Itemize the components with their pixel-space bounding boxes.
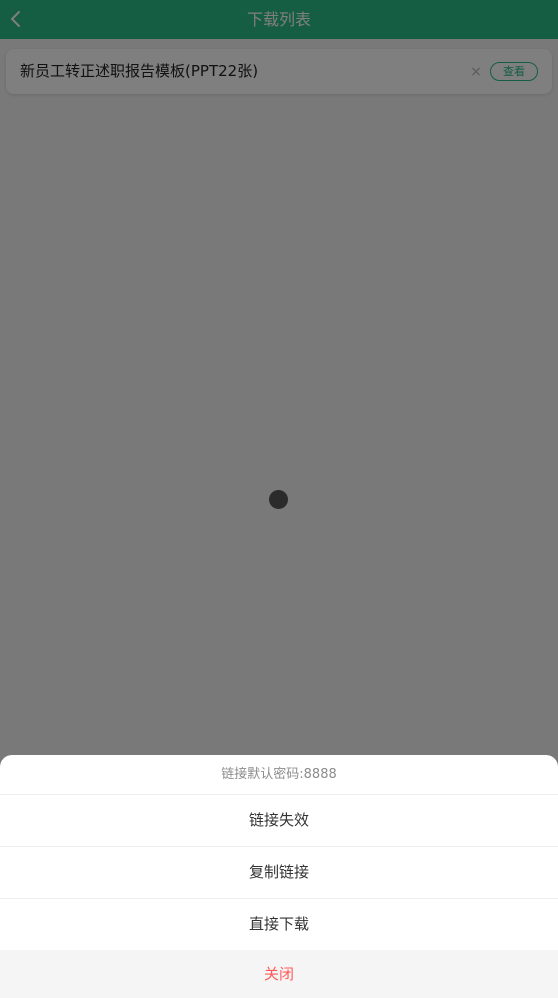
action-sheet: 链接默认密码:8888 链接失效 复制链接 直接下载 关闭: [0, 755, 558, 998]
link-invalid-option[interactable]: 链接失效: [0, 795, 558, 847]
copy-link-option[interactable]: 复制链接: [0, 847, 558, 899]
close-button[interactable]: 关闭: [0, 950, 558, 998]
direct-download-option[interactable]: 直接下载: [0, 899, 558, 950]
loading-indicator: [269, 490, 288, 509]
password-hint: 链接默认密码:8888: [0, 755, 558, 795]
